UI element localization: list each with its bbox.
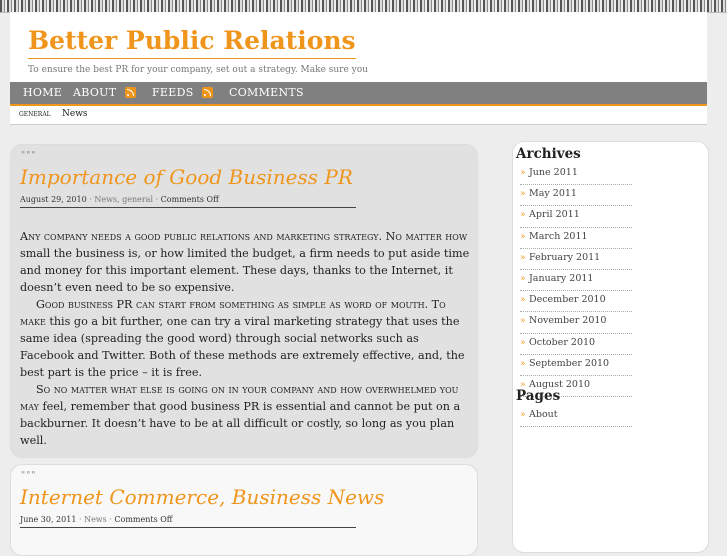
rss-feeds-icon xyxy=(125,87,136,98)
archive-link[interactable]: January 2011 xyxy=(520,270,632,292)
archive-link[interactable]: October 2010 xyxy=(520,334,632,355)
post-date: August 29, 2010 xyxy=(20,195,87,204)
site-tagline: To ensure the best PR for your company, … xyxy=(28,65,368,75)
archive-link[interactable]: February 2011 xyxy=(520,249,632,270)
post-meta: June 30, 2011 · News · Comments Off xyxy=(20,515,356,528)
category-general[interactable]: general xyxy=(19,109,51,119)
post-categories[interactable]: News, general xyxy=(94,195,153,204)
post-title[interactable]: Internet Commerce, Business News xyxy=(20,485,384,509)
paragraph: Any company needs a good public relation… xyxy=(20,230,470,294)
archives-list: June 2011 May 2011 April 2011 March 2011… xyxy=(520,164,632,398)
post-meta: August 29, 2010 · News, general · Commen… xyxy=(20,195,356,208)
category-news[interactable]: News xyxy=(62,109,88,119)
pages-list: About xyxy=(520,406,632,428)
page-link-about[interactable]: About xyxy=(520,406,632,428)
post-comments-status: Comments Off xyxy=(114,515,173,524)
rss-comments-icon xyxy=(202,87,213,98)
archive-link[interactable]: November 2010 xyxy=(520,312,632,334)
post-categories[interactable]: News xyxy=(84,515,107,524)
post-comments-status: Comments Off xyxy=(160,195,219,204)
nav-about[interactable]: ABOUT xyxy=(73,86,116,99)
paragraph: So no matter what else is going on in yo… xyxy=(20,383,461,447)
site-title[interactable]: Better Public Relations xyxy=(28,26,356,59)
post-date: June 30, 2011 xyxy=(20,515,77,524)
pages-heading: Pages xyxy=(516,388,561,404)
archive-link[interactable]: September 2010 xyxy=(520,355,632,376)
archive-link[interactable]: May 2011 xyxy=(520,185,632,207)
nav-comments[interactable]: COMMENTS xyxy=(229,86,304,99)
main-nav: HOME ABOUT FEEDS COMMENTS xyxy=(10,82,707,106)
post-card: """ Importance of Good Business PR Augus… xyxy=(10,144,478,458)
archives-heading: Archives xyxy=(516,146,581,162)
nav-home[interactable]: HOME xyxy=(23,86,62,99)
header: Better Public Relations To ensure the be… xyxy=(10,12,707,82)
post-body: Any company needs a good public relation… xyxy=(20,228,472,449)
quote-mark-icon: """ xyxy=(21,471,37,481)
quote-mark-icon: """ xyxy=(21,151,37,161)
archive-link[interactable]: December 2010 xyxy=(520,291,632,313)
category-bar: general News xyxy=(10,106,707,125)
post-card: """ Internet Commerce, Business News Jun… xyxy=(10,464,478,556)
archive-link[interactable]: June 2011 xyxy=(520,164,632,186)
archive-link[interactable]: March 2011 xyxy=(520,228,632,249)
paragraph: Good business PR can start from somethin… xyxy=(20,298,465,379)
sidebar: Archives June 2011 May 2011 April 2011 M… xyxy=(512,141,709,553)
post-title[interactable]: Importance of Good Business PR xyxy=(20,165,353,189)
nav-feeds[interactable]: FEEDS xyxy=(152,86,194,99)
archive-link[interactable]: April 2011 xyxy=(520,206,632,228)
